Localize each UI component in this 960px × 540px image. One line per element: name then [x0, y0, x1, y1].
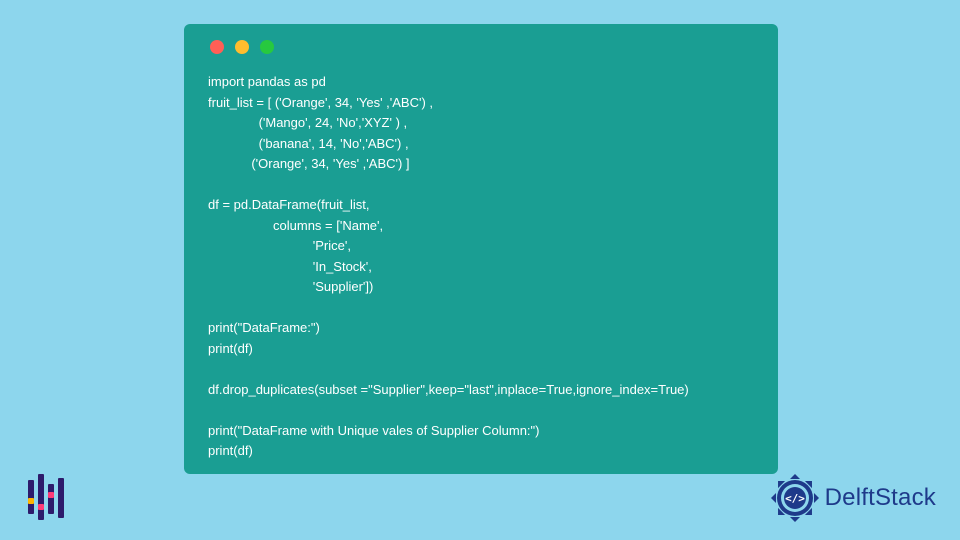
delftstack-gear-icon: </>: [769, 472, 821, 524]
code-window: import pandas as pd fruit_list = [ ('Ora…: [184, 24, 778, 474]
svg-text:</>: </>: [785, 492, 805, 505]
maximize-icon: [260, 40, 274, 54]
left-logo-icon: [28, 474, 66, 522]
close-icon: [210, 40, 224, 54]
window-traffic-lights: [210, 40, 754, 54]
minimize-icon: [235, 40, 249, 54]
code-block: import pandas as pd fruit_list = [ ('Ora…: [208, 72, 754, 462]
brand-name: DelftStack: [825, 484, 936, 512]
delftstack-logo: </> DelftStack: [769, 472, 936, 524]
